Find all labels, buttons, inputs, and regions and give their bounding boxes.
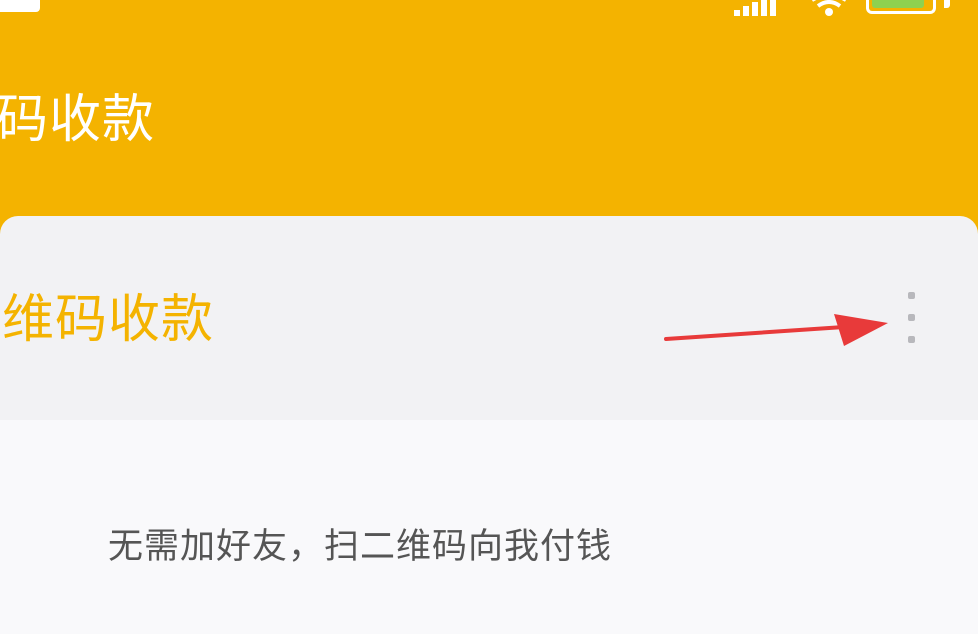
battery-level-text: 77 xyxy=(869,0,927,4)
subtitle-text: 无需加好友，扫二维码向我付钱 xyxy=(108,527,613,567)
more-vertical-icon[interactable] xyxy=(904,288,920,348)
message-icon xyxy=(0,0,40,12)
battery-icon: 77 xyxy=(866,0,936,14)
red-arrow-annotation xyxy=(664,314,888,346)
app-header: 77 码收款 xyxy=(0,0,978,240)
card-title: 维码收款 xyxy=(2,290,215,350)
signal-icon xyxy=(734,0,776,16)
battery-tip xyxy=(944,0,950,8)
wifi-icon xyxy=(812,0,846,16)
page-title: 码收款 xyxy=(0,90,156,150)
